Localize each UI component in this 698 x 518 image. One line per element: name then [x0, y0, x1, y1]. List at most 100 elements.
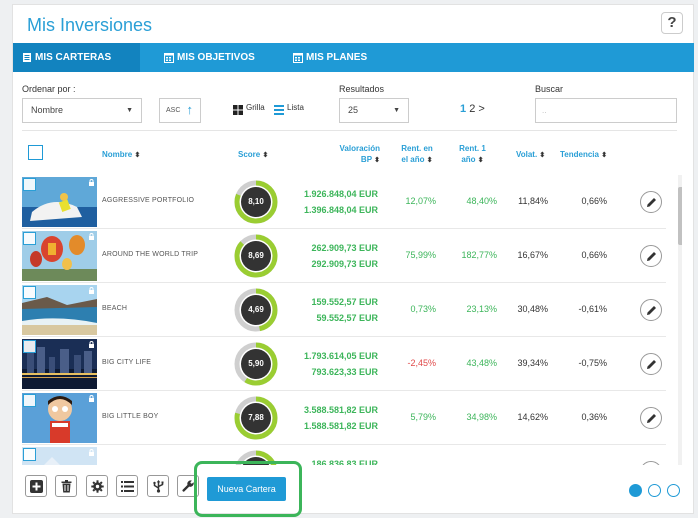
edit-button[interactable]	[640, 245, 662, 267]
usb-icon	[153, 480, 164, 493]
rent-year-value: 75,99%	[405, 250, 436, 260]
list-label: Lista	[287, 103, 304, 112]
page-2-link[interactable]: 2	[469, 103, 475, 115]
pencil-icon	[647, 414, 656, 423]
lock-icon	[89, 341, 94, 348]
page-title: Mis Inversiones	[27, 15, 153, 35]
column-header-rent-year[interactable]: Rent. en el año ⬍	[392, 143, 442, 166]
portfolio-name[interactable]: BIG LITTLE BOY	[102, 413, 158, 420]
page-1-link[interactable]: 1	[460, 103, 466, 115]
valuation-primary: 186.836,83 EUR	[311, 459, 378, 465]
score-gauge: 4,69	[234, 288, 278, 332]
add-button[interactable]	[25, 475, 47, 497]
column-header-volat[interactable]: Volat. ⬍	[516, 149, 545, 161]
score-value: 4,69	[248, 305, 264, 314]
valuation: 159.552,57 EUR 59.552,57 EUR	[311, 294, 378, 326]
edit-button[interactable]	[640, 461, 662, 465]
pagination: 1 2 >	[460, 103, 485, 115]
table-row[interactable]: BIG CITY LIFE 5,90 1.793.614,05 EUR 793.…	[22, 337, 666, 391]
table-row[interactable]: BEACH 4,69 159.552,57 EUR 59.552,57 EUR …	[22, 283, 666, 337]
table-row[interactable]: BIG LITTLE BOY 7,88 3.588.581,82 EUR 1.5…	[22, 391, 666, 445]
volat-value: 16,67%	[517, 250, 548, 260]
score-gauge: 8,10	[234, 180, 278, 224]
lock-icon	[89, 395, 94, 402]
tab-label: MIS OBJETIVOS	[177, 52, 255, 63]
edit-button[interactable]	[640, 299, 662, 321]
row-checkbox[interactable]	[23, 340, 36, 353]
row-checkbox[interactable]	[23, 178, 36, 191]
settings-button[interactable]	[86, 475, 108, 497]
score-gauge: 5,90	[234, 342, 278, 386]
valuation-primary: 3.588.581,82 EUR	[303, 405, 378, 415]
delete-button[interactable]	[55, 475, 77, 497]
tab-label: MIS CARTERAS	[35, 52, 112, 63]
pager-dot-3[interactable]	[667, 484, 680, 497]
help-button[interactable]: ?	[661, 12, 683, 34]
tab-mis-objetivos[interactable]: MIS OBJETIVOS	[155, 43, 275, 72]
pager-dot-2[interactable]	[648, 484, 661, 497]
row-checkbox[interactable]	[23, 286, 36, 299]
edit-button[interactable]	[640, 407, 662, 429]
valuation-primary: 1.926.848,04 EUR	[303, 189, 378, 199]
volat-value: 11,84%	[518, 196, 548, 206]
briefcase-icon	[23, 53, 31, 62]
edit-button[interactable]	[640, 353, 662, 375]
rent-1y-value: 43,48%	[466, 358, 497, 368]
volat-value: 39,34%	[517, 358, 548, 368]
row-checkbox[interactable]	[23, 232, 36, 245]
column-header-name[interactable]: Nombre ⬍	[102, 149, 140, 161]
column-header-rent-1y[interactable]: Rent. 1 año ⬍	[450, 143, 495, 166]
column-header-score[interactable]: Score ⬍	[238, 149, 268, 161]
portfolio-name[interactable]: AROUND THE WORLD TRIP	[102, 251, 198, 258]
trend-value: -0,61%	[578, 304, 607, 314]
column-header-trend[interactable]: Tendencia ⬍	[560, 149, 607, 161]
trend-value: 0,36%	[581, 412, 607, 422]
row-checkbox[interactable]	[23, 394, 36, 407]
portfolio-name[interactable]: BIG CITY LIFE	[102, 359, 151, 366]
portfolio-thumbnail	[22, 447, 97, 465]
chevron-down-icon: ▼	[126, 107, 133, 114]
highlight-annotation	[194, 461, 302, 517]
next-page-link[interactable]: >	[478, 103, 484, 115]
sort-direction-button[interactable]: ASC ↑	[159, 98, 201, 123]
score-value: 8,69	[248, 251, 264, 260]
valuation-secondary: 59.552,57 EUR	[316, 313, 378, 323]
search-input[interactable]: ..	[535, 98, 677, 123]
portfolio-name[interactable]: BEACH	[102, 305, 127, 312]
gear-icon	[91, 480, 104, 493]
edit-button[interactable]	[640, 191, 662, 213]
plus-icon	[30, 480, 43, 493]
grid-icon	[233, 105, 243, 115]
valuation: 3.588.581,82 EUR 1.588.581,82 EUR	[304, 402, 378, 434]
score-gauge: 7,88	[234, 396, 278, 440]
results-value: 25	[348, 105, 359, 115]
results-select[interactable]: 25 ▼	[339, 98, 409, 123]
volat-value: 14,62%	[517, 412, 548, 422]
table-row[interactable]: AGGRESSIVE PORTFOLIO 8,10 1.926.848,04 E…	[22, 175, 666, 229]
valuation-secondary: 292.909,73 EUR	[311, 259, 378, 269]
score-gauge: 8,69	[234, 234, 278, 278]
rent-year-value: 0,73%	[410, 304, 436, 314]
portfolio-thumbnail	[22, 339, 97, 389]
tab-mis-planes[interactable]: MIS PLANES	[284, 43, 394, 72]
portfolio-thumbnail	[22, 177, 97, 227]
pager-dot-1[interactable]	[629, 484, 642, 497]
share-button[interactable]	[147, 475, 169, 497]
table-row[interactable]: AROUND THE WORLD TRIP 8,69 262.909,73 EU…	[22, 229, 666, 283]
valuation-secondary: 1.396.848,04 EUR	[303, 205, 378, 215]
list-icon	[121, 481, 134, 492]
portfolio-thumbnail	[22, 231, 97, 281]
select-all-checkbox[interactable]	[28, 145, 43, 160]
tab-mis-carteras[interactable]: MIS CARTERAS	[13, 43, 140, 72]
row-checkbox[interactable]	[23, 448, 36, 461]
valuation: 1.926.848,04 EUR 1.396.848,04 EUR	[304, 186, 378, 218]
trend-value: 0,66%	[581, 250, 607, 260]
column-header-valuation[interactable]: Valoración BP ⬍	[320, 143, 380, 166]
portfolio-name[interactable]: AGGRESSIVE PORTFOLIO	[102, 197, 194, 204]
portfolio-thumbnail	[22, 393, 97, 443]
table-row[interactable]: 186.836,83 EUR	[22, 445, 666, 465]
order-select[interactable]: Nombre ▼	[22, 98, 142, 123]
list-view-button[interactable]	[116, 475, 138, 497]
scrollbar-thumb[interactable]	[678, 187, 682, 245]
portfolio-thumbnail	[22, 285, 97, 335]
